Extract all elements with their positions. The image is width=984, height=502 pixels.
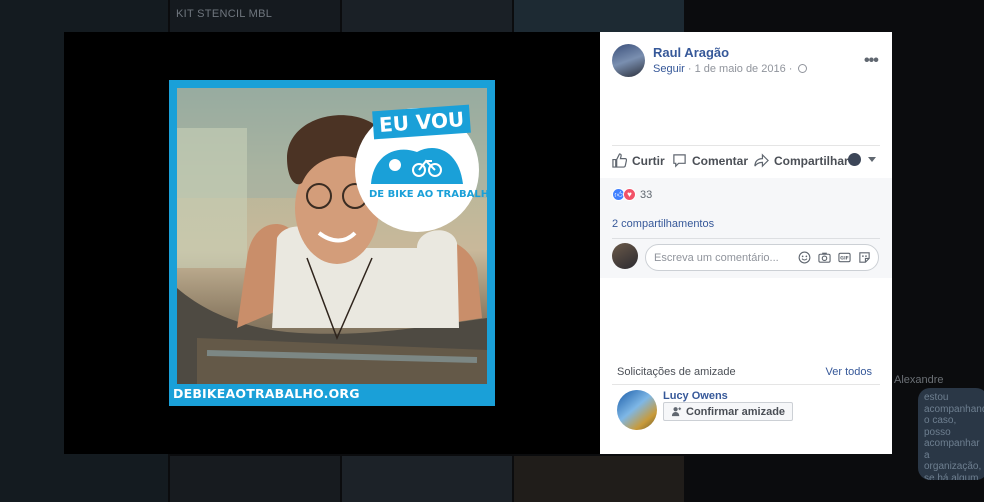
- follow-link[interactable]: Seguir: [653, 63, 685, 75]
- comment-box: GIF: [645, 244, 879, 271]
- share-label: Compartilhar: [774, 153, 849, 168]
- friend-request-avatar[interactable]: [617, 390, 657, 430]
- meta-separator: ·: [785, 63, 796, 75]
- post-meta: Seguir · 1 de maio de 2016 ·: [653, 63, 807, 75]
- sticker-icon[interactable]: [858, 251, 871, 264]
- background-tile: [514, 456, 684, 502]
- background-chat-bubble: estou acompanhando o caso, posso acompan…: [918, 388, 984, 480]
- comment-icon: [672, 153, 687, 168]
- background-tile: [342, 0, 512, 32]
- see-all-link[interactable]: Ver todos: [826, 366, 872, 378]
- add-friend-icon: [671, 407, 682, 417]
- like-label: Curtir: [632, 153, 665, 168]
- friend-request-name[interactable]: Lucy Owens: [663, 390, 728, 402]
- globe-icon: [797, 64, 807, 73]
- thumbs-up-icon: [612, 153, 627, 168]
- photo-image: DE BIKE AO TRABALHO EU VOU: [177, 88, 487, 384]
- background-chat-name: Alexandre: [894, 374, 944, 386]
- svg-text:GIF: GIF: [840, 256, 849, 262]
- photo-stage: DE BIKE AO TRABALHO EU VOU DEBIKEAOTRABA…: [64, 32, 600, 454]
- campaign-url: DEBIKEAOTRABALHO.ORG: [173, 386, 360, 401]
- divider: [612, 384, 880, 385]
- comment-input[interactable]: [646, 245, 796, 270]
- background-tile: [170, 456, 340, 502]
- audience-selector[interactable]: [848, 153, 876, 166]
- confirm-friend-button[interactable]: Confirmar amizade: [663, 402, 794, 421]
- chevron-down-icon: [868, 157, 876, 162]
- friend-requests-header: Solicitações de amizade: [617, 366, 736, 378]
- post-photo[interactable]: DE BIKE AO TRABALHO EU VOU DEBIKEAOTRABA…: [169, 80, 495, 406]
- feedback-section: 👍︎ ♥ 33 2 compartilhamentos GIF: [600, 178, 892, 278]
- author-name[interactable]: Raul Aragão: [653, 45, 729, 60]
- shares-link[interactable]: 2 compartilhamentos: [612, 218, 714, 230]
- viewer-avatar: [612, 243, 638, 269]
- love-reaction-icon: ♥: [623, 188, 636, 201]
- reaction-count: 33: [640, 188, 653, 201]
- photo-caption-bar: DEBIKEAOTRABALHO.ORG: [169, 384, 495, 406]
- campaign-badge-text: DE BIKE AO TRABALHO: [369, 189, 487, 200]
- comment-button[interactable]: Comentar: [672, 153, 748, 168]
- share-icon: [754, 153, 769, 168]
- emoji-icon[interactable]: [798, 251, 811, 264]
- viewer-mini-avatar: [848, 153, 861, 166]
- background-tile: [342, 456, 512, 502]
- confirm-friend-label: Confirmar amizade: [686, 405, 786, 418]
- author-avatar[interactable]: [612, 44, 645, 77]
- camera-icon[interactable]: [818, 251, 831, 264]
- reactions-summary[interactable]: 👍︎ ♥ 33: [612, 188, 652, 201]
- background-tile: [514, 0, 684, 32]
- like-button[interactable]: Curtir: [612, 153, 665, 168]
- post-panel: Raul Aragão Seguir · 1 de maio de 2016 ·…: [600, 32, 892, 454]
- more-options-icon[interactable]: •••: [864, 52, 879, 70]
- divider: [612, 238, 880, 239]
- share-button[interactable]: Compartilhar: [754, 153, 849, 168]
- post-date[interactable]: 1 de maio de 2016: [695, 63, 786, 75]
- comment-label: Comentar: [692, 153, 749, 168]
- divider: [612, 145, 880, 146]
- gif-icon[interactable]: GIF: [838, 251, 851, 264]
- post-actions: Curtir Comentar Compartilhar: [612, 153, 880, 171]
- meta-separator: ·: [684, 63, 695, 75]
- background-album-title: KIT STENCIL MBL: [176, 8, 273, 20]
